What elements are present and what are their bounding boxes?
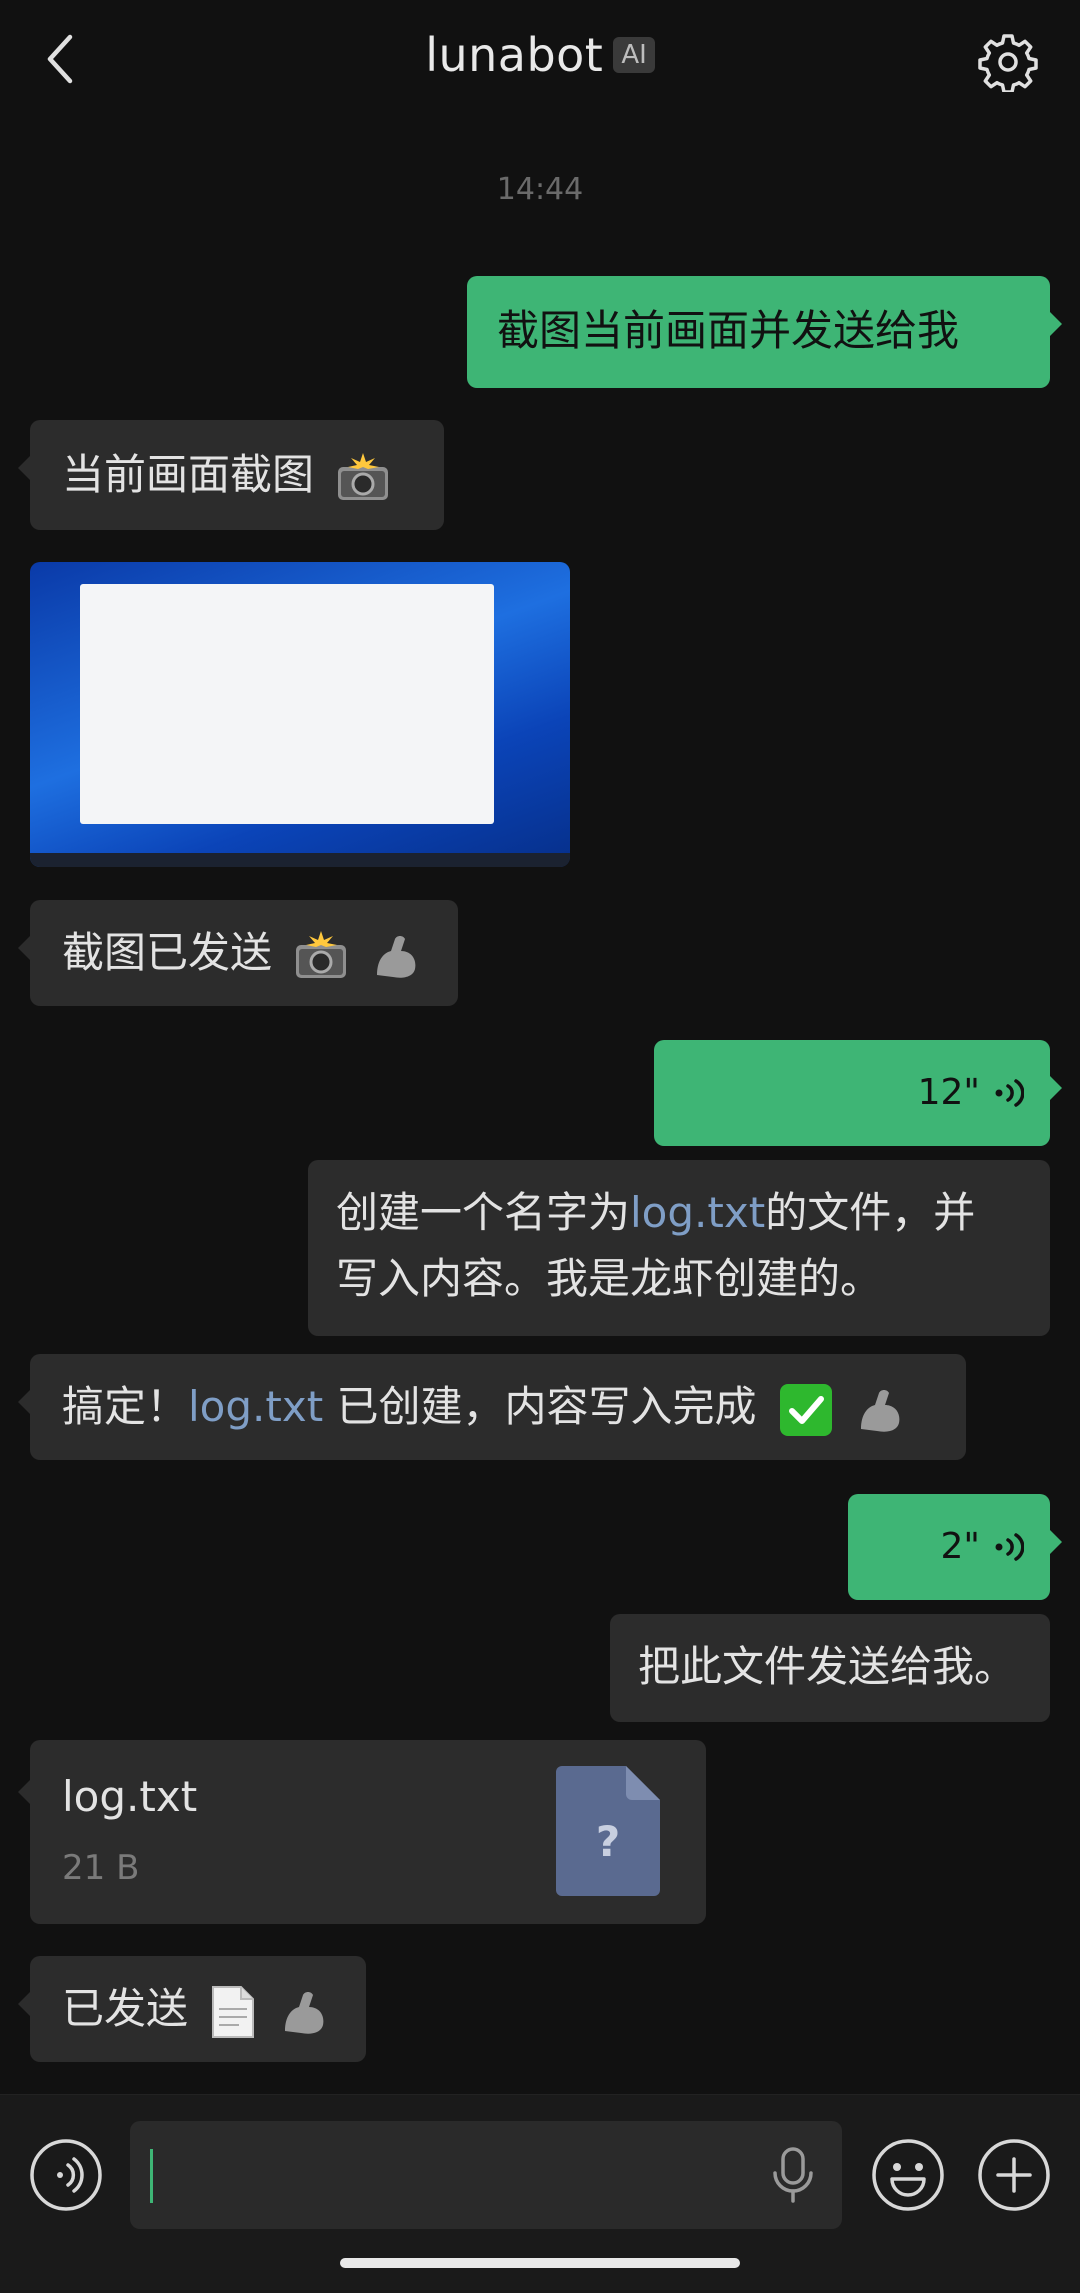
- voice-message-outgoing[interactable]: 12": [654, 1040, 1062, 1146]
- message-text: 搞定！log.txt 已创建，内容写入完成: [62, 1382, 757, 1431]
- flexed-arm-emoji-icon: [376, 935, 416, 978]
- unknown-file-icon: ?: [556, 1766, 660, 1896]
- ai-badge: AI: [613, 37, 655, 73]
- screenshot-window: [80, 584, 494, 824]
- message-timestamp: 14:44: [496, 172, 584, 207]
- voice-wave-icon: [30, 2139, 102, 2211]
- chat-header: lunabot AI: [0, 0, 1080, 120]
- check-mark-emoji-icon: [779, 1383, 832, 1436]
- emoji-picker-button[interactable]: [870, 2137, 946, 2213]
- message-outgoing-transcript[interactable]: 把此文件发送给我。: [610, 1614, 1050, 1722]
- page-emoji-icon: [212, 1985, 255, 2038]
- voice-wave-icon: [995, 1079, 1024, 1107]
- message-incoming[interactable]: 搞定！log.txt 已创建，内容写入完成: [18, 1354, 966, 1460]
- message-incoming[interactable]: 截图已发送: [18, 900, 458, 1006]
- message-text: 截图当前画面并发送给我: [497, 306, 960, 355]
- message-text-input[interactable]: [130, 2121, 842, 2229]
- message-incoming[interactable]: 已发送: [18, 1956, 366, 2062]
- settings-button[interactable]: [976, 30, 1040, 94]
- message-outgoing[interactable]: 截图当前画面并发送给我: [467, 276, 1062, 388]
- voice-wave-icon: [995, 1533, 1024, 1561]
- message-text: 当前画面截图: [62, 450, 315, 499]
- more-actions-button[interactable]: [976, 2137, 1052, 2213]
- gear-icon: [978, 34, 1038, 92]
- chat-title-group: lunabot AI: [0, 28, 1080, 82]
- voice-message-outgoing[interactable]: 2": [848, 1494, 1062, 1600]
- home-indicator[interactable]: [340, 2258, 740, 2268]
- voice-input-toggle-button[interactable]: [28, 2137, 104, 2213]
- message-text: 已发送: [62, 1984, 189, 2033]
- microphone-icon[interactable]: [768, 2145, 818, 2205]
- screenshot-image[interactable]: [30, 562, 570, 867]
- camera-flash-emoji-icon: [338, 452, 389, 500]
- message-outgoing-transcript[interactable]: 创建一个名字为log.txt的文件，并 写入内容。我是龙虾创建的。: [308, 1160, 1050, 1336]
- flexed-arm-emoji-icon: [284, 1991, 324, 2034]
- filename-link[interactable]: log.txt: [630, 1188, 765, 1237]
- message-incoming[interactable]: 当前画面截图: [18, 420, 444, 530]
- text-caret: [150, 2149, 153, 2203]
- flexed-arm-emoji-icon: [861, 1389, 900, 1432]
- svg-text:?: ?: [596, 1817, 620, 1866]
- message-text: 截图已发送: [62, 928, 273, 977]
- filename-link[interactable]: log.txt: [188, 1382, 323, 1431]
- voice-duration: 12": [917, 1072, 980, 1113]
- voice-duration: 2": [940, 1526, 980, 1567]
- chat-title: lunabot: [425, 28, 604, 82]
- plus-icon: [978, 2139, 1050, 2211]
- file-attachment-card[interactable]: log.txt 21 B ?: [18, 1740, 706, 1924]
- smiley-icon: [872, 2139, 944, 2211]
- camera-flash-emoji-icon: [296, 930, 347, 978]
- file-name: log.txt: [62, 1772, 198, 1821]
- message-line-2: 写入内容。我是龙虾创建的。: [336, 1254, 883, 1303]
- message-line-1: 创建一个名字为log.txt的文件，并: [336, 1188, 976, 1237]
- file-size: 21 B: [62, 1848, 140, 1888]
- screenshot-taskbar: [30, 853, 570, 867]
- message-text: 把此文件发送给我。: [638, 1642, 1017, 1691]
